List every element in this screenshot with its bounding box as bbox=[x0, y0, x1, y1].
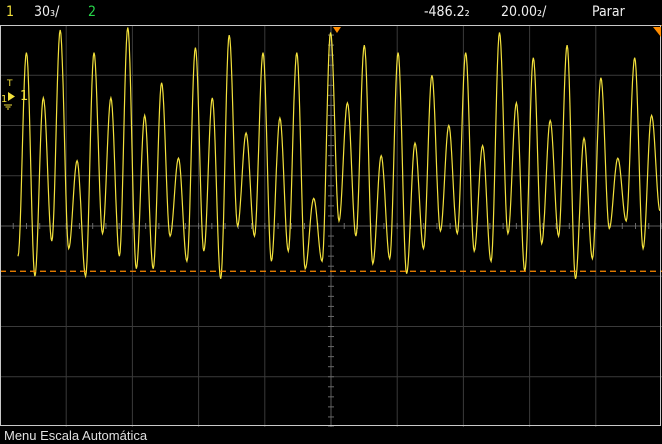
time-offset[interactable]: -486.2₂ bbox=[424, 5, 470, 20]
channel1-ground-number: 1 bbox=[1, 94, 7, 105]
status-bar: 1 30₃/ 2 -486.2₂ 20.00₂/ Parar bbox=[0, 0, 662, 25]
channel1-number[interactable]: 1 bbox=[6, 5, 14, 20]
trigger-marker-label: T bbox=[6, 79, 13, 89]
scope-canvas: T 1 1 bbox=[0, 24, 662, 428]
menu-title: Menu Escala Automática bbox=[4, 428, 148, 443]
waveform-display[interactable]: T 1 1 bbox=[0, 24, 662, 428]
run-state[interactable]: Parar bbox=[592, 5, 625, 20]
channel1-scale[interactable]: 30₃/ bbox=[34, 5, 59, 20]
channel1-marker-label: 1 bbox=[20, 89, 28, 104]
softkey-bar: Menu Escala Automática bbox=[0, 427, 662, 444]
time-scale[interactable]: 20.00₂/ bbox=[501, 5, 546, 20]
channel2-number[interactable]: 2 bbox=[88, 5, 96, 20]
